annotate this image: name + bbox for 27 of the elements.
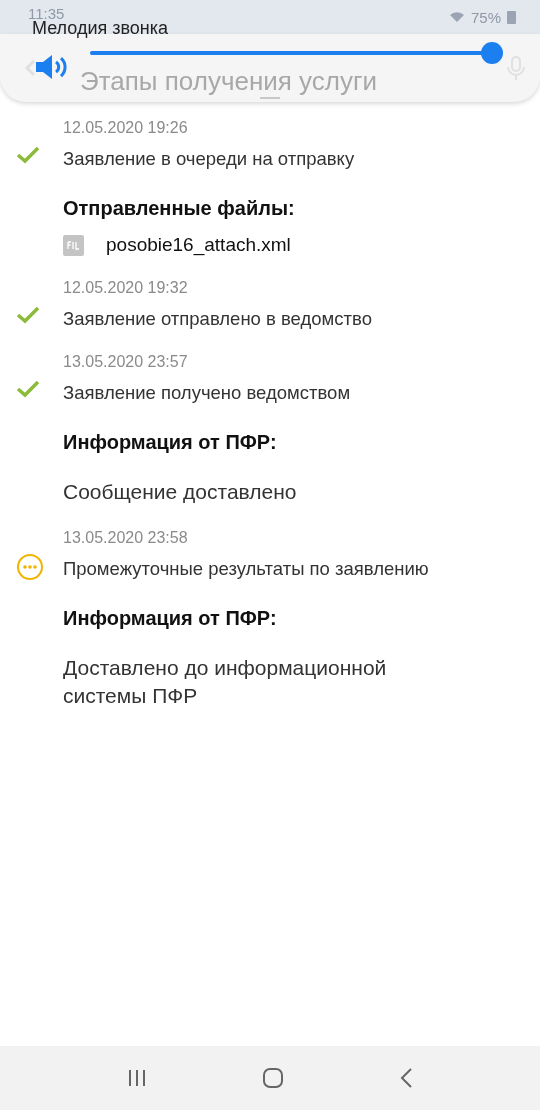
info-message: Доставлено до информационной системы ПФР [63,655,388,709]
stage-title: Заявление получено ведомством [63,382,352,404]
ellipsis-circle-icon [16,553,44,581]
home-icon[interactable] [262,1067,284,1089]
stage-time: 12.05.2020 19:26 [63,118,189,138]
info-message: Сообщение доставлено [63,479,298,505]
stage-time: 12.05.2020 19:32 [63,278,189,298]
stage-title: Заявление в очереди на отправку [63,148,356,170]
file-name[interactable]: posobie16_attach.xml [106,234,291,256]
checkmark-icon [16,306,40,324]
stage-time: 13.05.2020 23:57 [63,352,189,372]
section-heading: Информация от ПФР: [63,430,278,454]
file-icon [63,234,84,256]
stage-time: 13.05.2020 23:58 [63,528,189,548]
section-heading: Информация от ПФР: [63,606,278,630]
speaker-icon[interactable] [34,53,70,81]
battery-icon [507,10,516,24]
stage-title: Заявление отправлено в ведомство [63,308,373,330]
wifi-icon [448,11,465,23]
battery-percent: 75% [470,8,501,26]
section-heading: Отправленные файлы: [63,196,296,220]
checkmark-icon [16,146,40,164]
screen-title: Этапы получения услуги [80,68,377,94]
stage-title: Промежуточные результаты по заявлению [63,558,430,580]
checkmark-icon [16,380,40,398]
back-icon[interactable] [398,1067,413,1089]
recent-apps-icon[interactable] [127,1068,148,1088]
